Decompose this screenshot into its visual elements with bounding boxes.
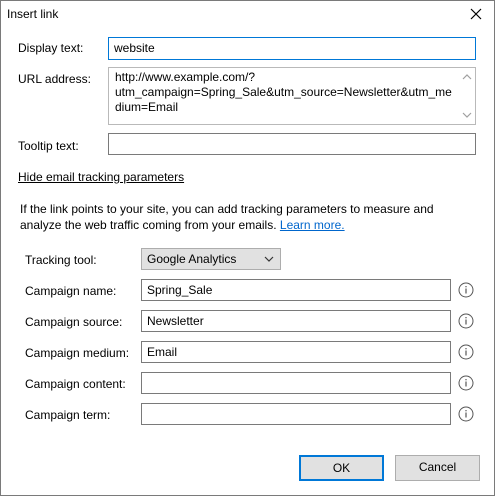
insert-link-dialog: Insert link Display text: website URL ad… xyxy=(0,0,495,496)
campaign-source-label: Campaign source: xyxy=(25,315,123,329)
url-scrollbar[interactable] xyxy=(460,69,474,123)
ok-button[interactable]: OK xyxy=(299,455,384,481)
url-address-textarea[interactable]: http://www.example.com/? utm_campaign=Sp… xyxy=(108,67,476,125)
title-bar: Insert link xyxy=(1,1,494,29)
info-icon[interactable] xyxy=(458,282,474,298)
url-address-label: URL address: xyxy=(18,72,91,86)
tracking-tool-select[interactable]: Google Analytics xyxy=(141,248,281,270)
url-line-1: http://www.example.com/? xyxy=(115,70,256,84)
campaign-name-label: Campaign name: xyxy=(25,284,117,298)
campaign-name-input[interactable]: Spring_Sale xyxy=(141,279,451,301)
scroll-down-icon[interactable] xyxy=(462,110,472,120)
url-line-3: dium=Email xyxy=(115,100,179,114)
tooltip-label: Tooltip text: xyxy=(18,139,79,153)
chevron-down-icon xyxy=(264,256,274,262)
tracking-description-text: If the link points to your site, you can… xyxy=(20,202,434,232)
close-icon[interactable] xyxy=(468,6,484,22)
campaign-content-label: Campaign content: xyxy=(25,377,126,391)
tooltip-input[interactable] xyxy=(108,133,476,155)
campaign-term-label: Campaign term: xyxy=(25,408,111,422)
info-icon[interactable] xyxy=(458,375,474,391)
campaign-term-input[interactable] xyxy=(141,403,451,425)
info-icon[interactable] xyxy=(458,313,474,329)
campaign-content-input[interactable] xyxy=(141,372,451,394)
info-icon[interactable] xyxy=(458,344,474,360)
hide-tracking-params-link[interactable]: Hide email tracking parameters xyxy=(18,170,184,184)
tracking-tool-value: Google Analytics xyxy=(147,252,237,266)
campaign-medium-input[interactable]: Email xyxy=(141,341,451,363)
cancel-button[interactable]: Cancel xyxy=(395,455,480,481)
window-title: Insert link xyxy=(7,7,59,21)
display-text-input[interactable]: website xyxy=(108,37,476,60)
campaign-medium-label: Campaign medium: xyxy=(25,346,130,360)
display-text-label: Display text: xyxy=(18,41,84,55)
learn-more-link[interactable]: Learn more. xyxy=(280,218,345,232)
scroll-up-icon[interactable] xyxy=(462,72,472,82)
tracking-tool-label: Tracking tool: xyxy=(25,253,97,267)
url-line-2: utm_campaign=Spring_Sale&utm_source=News… xyxy=(115,85,452,99)
campaign-source-input[interactable]: Newsletter xyxy=(141,310,451,332)
tracking-description: If the link points to your site, you can… xyxy=(20,201,460,233)
info-icon[interactable] xyxy=(458,406,474,422)
